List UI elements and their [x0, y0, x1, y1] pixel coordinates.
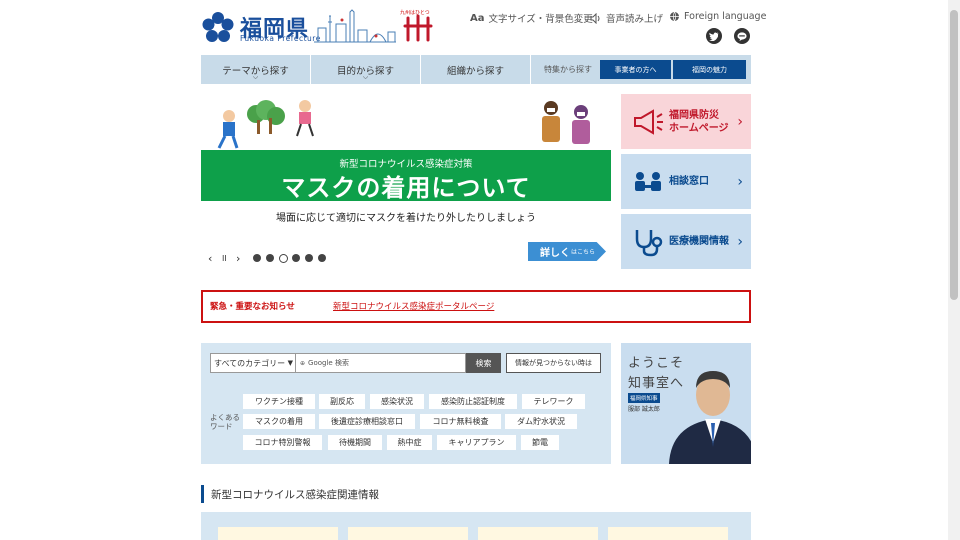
chevron-down-icon: ▼	[287, 359, 293, 367]
search-input[interactable]: ⊕ Google 検索	[296, 353, 466, 373]
megaphone-icon	[634, 108, 663, 135]
stethoscope-icon	[635, 229, 663, 256]
carousel-pause-button[interactable]: II	[222, 254, 227, 263]
keyword-tag[interactable]: キャリアプラン	[437, 435, 516, 450]
banner-illustration	[217, 100, 590, 149]
speaker-icon	[590, 12, 600, 24]
keyword-tag[interactable]: 待機期間	[328, 435, 382, 450]
keyword-tag[interactable]: 感染状況	[370, 394, 424, 409]
carousel-dot-1[interactable]	[253, 254, 261, 262]
nav-theme[interactable]: テーマから探す ⌵	[201, 55, 311, 84]
nav-purpose[interactable]: 目的から探す ⌵	[311, 55, 421, 84]
keyword-tag[interactable]: マスクの着用	[243, 414, 315, 429]
medical-card-label: 医療機関情報	[669, 236, 729, 247]
governor-welcome-line2: 知事室へ	[628, 376, 685, 391]
site-logo-subtitle: Fukuoka Prefecture	[240, 34, 321, 43]
chevron-right-icon: ›	[737, 233, 743, 250]
google-logo-icon: ⊕	[300, 359, 306, 367]
search-placeholder: Google 検索	[308, 359, 349, 367]
covid-info-card[interactable]	[608, 527, 728, 540]
details-small-label: はこちら	[571, 249, 596, 256]
business-button[interactable]: 事業者の方へ	[600, 60, 671, 79]
consultation-card-label: 相談窓口	[669, 176, 709, 187]
text-size-icon: Aa	[470, 12, 485, 24]
not-found-help-button[interactable]: 情報が見つからない時は	[506, 353, 601, 373]
covid-info-card[interactable]	[218, 527, 338, 540]
keyword-tag[interactable]: 後遺症診療相談窓口	[319, 414, 415, 429]
banner-details-button[interactable]: 詳しく はこちら	[528, 242, 606, 261]
foreign-language-link[interactable]: Foreign language	[669, 11, 766, 22]
carousel-dot-2[interactable]	[266, 254, 274, 262]
carousel-prev-button[interactable]: ‹	[208, 252, 212, 265]
keyword-tag[interactable]: 熱中症	[387, 435, 432, 450]
disaster-prevention-card[interactable]: 福岡県防災 ホームページ ›	[621, 94, 751, 149]
keyword-tag[interactable]: ダム貯水状況	[505, 414, 577, 429]
carousel-dot-4[interactable]	[292, 254, 300, 262]
read-aloud-label: 音声読み上げ	[606, 14, 664, 25]
read-aloud-link[interactable]: 音声読み上げ	[590, 11, 663, 25]
city-skyline-illustration	[314, 9, 396, 43]
consultation-icon	[635, 171, 661, 191]
category-select[interactable]: すべてのカテゴリー ▼	[210, 353, 296, 373]
fukuoka-charm-button[interactable]: 福岡の魅力	[673, 60, 746, 79]
keyword-tag[interactable]: 節電	[521, 435, 559, 450]
keyword-tag[interactable]: 感染防止認証制度	[429, 394, 517, 409]
emergency-title: 緊急・重要なお知らせ	[210, 302, 295, 312]
carousel-dot-3[interactable]	[279, 254, 288, 263]
carousel-dot-5[interactable]	[305, 254, 313, 262]
covid-section-heading: 新型コロナウイルス感染症関連情報	[201, 485, 379, 503]
covid-info-card[interactable]	[478, 527, 598, 540]
keyword-tag[interactable]: ワクチン接種	[243, 394, 315, 409]
foreign-language-label: Foreign language	[684, 11, 767, 22]
banner-title: マスクの着用について	[281, 174, 531, 202]
chevron-down-icon: ⌵	[362, 73, 369, 81]
search-button[interactable]: 検索	[466, 353, 501, 373]
twitter-icon[interactable]	[706, 28, 722, 44]
disaster-card-label-2: ホームページ	[669, 122, 729, 134]
banner-description: 場面に応じて適切にマスクを着けたり外したりしましょう	[276, 213, 536, 224]
consultation-card[interactable]: 相談窓口 ›	[621, 154, 751, 209]
covid-portal-link[interactable]: 新型コロナウイルス感染症ポータルページ	[333, 300, 494, 312]
carousel-next-button[interactable]: ›	[236, 252, 240, 265]
prefecture-emblem-icon[interactable]	[202, 12, 234, 44]
line-icon[interactable]	[734, 28, 750, 44]
governor-title-badge: 福岡県知事	[628, 393, 660, 403]
globe-icon	[670, 11, 679, 22]
nav-organization[interactable]: 組織から探す	[421, 55, 531, 84]
category-select-value: すべてのカテゴリー	[214, 358, 286, 368]
nav-feature-label: 特集から探す	[544, 65, 592, 74]
keyword-tag[interactable]: コロナ特別警報	[243, 435, 322, 450]
text-size-label: 文字サイズ・背景色変更	[488, 14, 593, 25]
chevron-down-icon: ⌵	[252, 73, 259, 81]
governor-welcome-line1: ようこそ	[628, 356, 685, 371]
carousel-dot-6[interactable]	[318, 254, 326, 262]
chevron-right-icon: ›	[737, 173, 743, 190]
chevron-right-icon: ›	[737, 113, 743, 130]
medical-institutions-card[interactable]: 医療機関情報 ›	[621, 214, 751, 269]
keyword-tag[interactable]: 副反応	[319, 394, 365, 409]
kyushu-logo-icon	[403, 14, 433, 42]
nav-organization-label: 組織から探す	[446, 65, 504, 77]
governor-name: 服部 誠太郎	[628, 406, 660, 413]
details-label: 詳しく	[540, 248, 570, 259]
frequent-words-label: よくある ワード	[210, 413, 240, 431]
disaster-card-label-1: 福岡県防災	[669, 109, 719, 121]
page-scrollbar-thumb[interactable]	[950, 10, 958, 300]
text-size-link[interactable]: Aa 文字サイズ・背景色変更	[470, 11, 593, 26]
keyword-tag[interactable]: コロナ無料検査	[420, 414, 501, 429]
covid-info-card[interactable]	[348, 527, 468, 540]
keyword-tag[interactable]: テレワーク	[522, 394, 585, 409]
